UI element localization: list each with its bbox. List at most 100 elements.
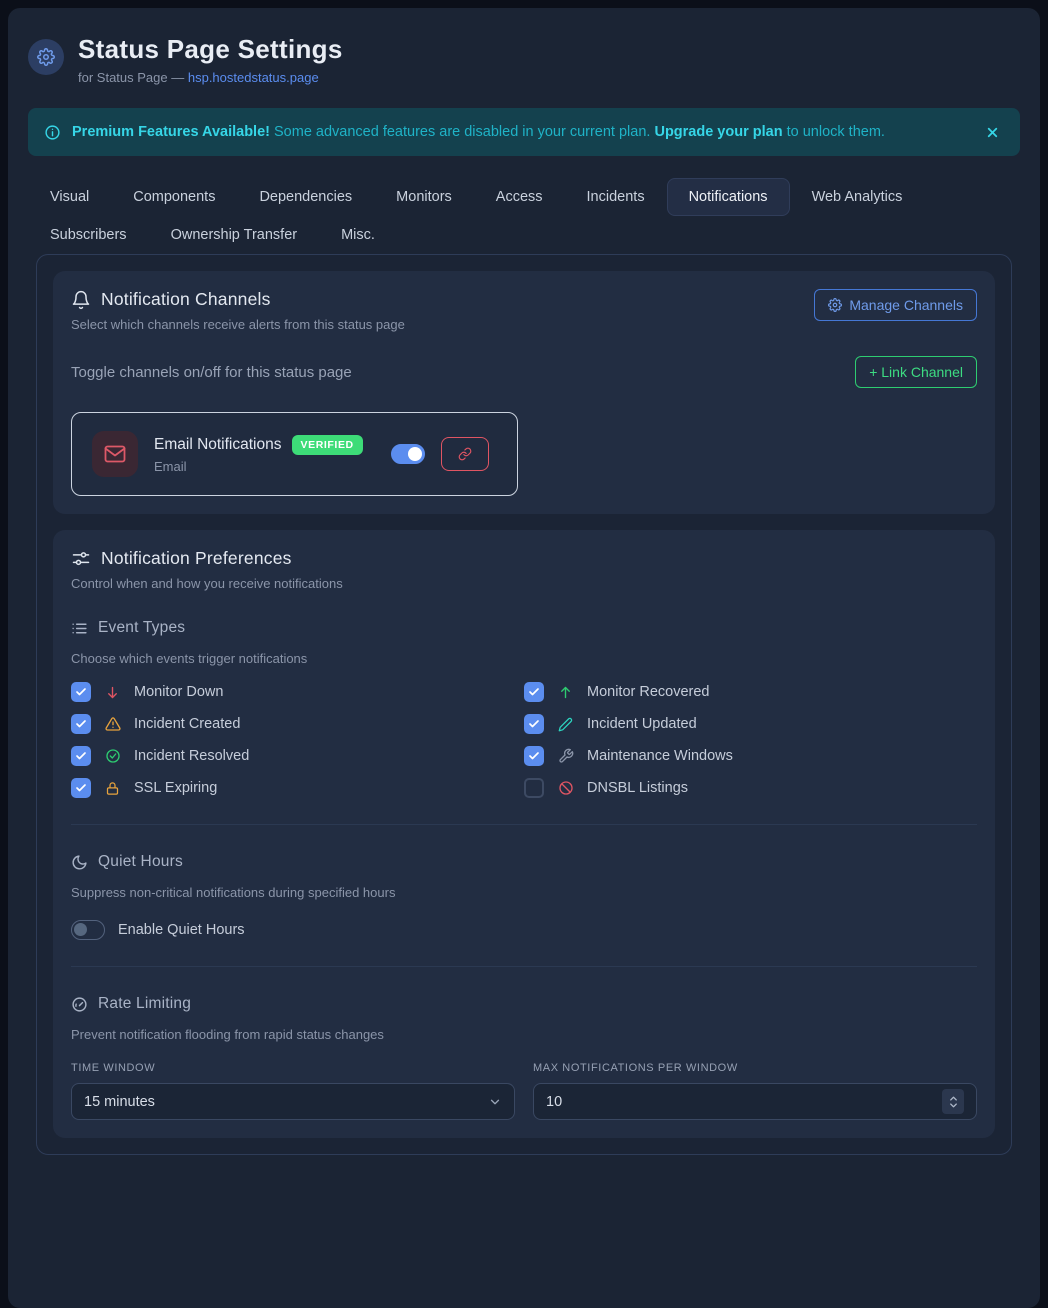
sliders-icon: [71, 549, 91, 569]
time-window-value: 15 minutes: [84, 1094, 488, 1110]
quiet-hours-title: Quiet Hours: [98, 853, 183, 871]
checkbox-dnsbl-listings[interactable]: [524, 778, 544, 798]
channels-title-row: Notification Channels: [71, 289, 405, 310]
divider: [71, 966, 977, 967]
notification-preferences-card: Notification Preferences Control when an…: [53, 530, 995, 1138]
checkbox-incident-created[interactable]: [71, 714, 91, 734]
close-icon[interactable]: [981, 121, 1004, 144]
page-header: Status Page Settings for Status Page — h…: [8, 8, 1040, 85]
notification-channels-card: Notification Channels Select which chann…: [53, 271, 995, 514]
tab-web-analytics[interactable]: Web Analytics: [790, 178, 925, 216]
page-title: Status Page Settings: [78, 34, 343, 65]
banner-body: Some advanced features are disabled in y…: [274, 124, 650, 140]
list-icon: [71, 620, 88, 637]
tab-access[interactable]: Access: [474, 178, 565, 216]
info-icon: [44, 124, 61, 141]
event-label: Incident Resolved: [134, 748, 249, 764]
channel-name: Email Notifications: [154, 436, 282, 454]
tab-ownership-transfer[interactable]: Ownership Transfer: [149, 216, 320, 254]
event-maintenance-windows: Maintenance Windows: [524, 746, 977, 766]
max-notifications-input[interactable]: 10: [533, 1083, 977, 1120]
channels-subtitle: Select which channels receive alerts fro…: [71, 317, 405, 332]
tab-components[interactable]: Components: [111, 178, 237, 216]
no-entry-icon: [557, 780, 574, 796]
rate-limiting-subtitle: Prevent notification flooding from rapid…: [71, 1027, 977, 1042]
email-channel-toggle[interactable]: [391, 444, 425, 464]
preferences-subtitle: Control when and how you receive notific…: [71, 576, 977, 591]
divider: [71, 824, 977, 825]
upgrade-plan-link[interactable]: Upgrade your plan: [654, 124, 782, 140]
event-label: Incident Updated: [587, 716, 697, 732]
number-stepper-icon[interactable]: [942, 1089, 964, 1114]
email-channel-card: Email Notifications VERIFIED Email: [71, 412, 518, 496]
event-monitor-down: Monitor Down: [71, 682, 524, 702]
max-notifications-field: MAX NOTIFICATIONS PER WINDOW 10: [533, 1062, 977, 1120]
event-incident-created: Incident Created: [71, 714, 524, 734]
quiet-hours-subtitle: Suppress non-critical notifications duri…: [71, 885, 977, 900]
quiet-hours-header: Quiet Hours: [71, 853, 977, 871]
tab-incidents[interactable]: Incidents: [565, 178, 667, 216]
link-channel-label: + Link Channel: [869, 364, 963, 380]
event-label: SSL Expiring: [134, 780, 217, 796]
check-circle-icon: [104, 748, 121, 764]
quiet-hours-toggle[interactable]: [71, 920, 105, 940]
checkbox-monitor-down[interactable]: [71, 682, 91, 702]
link-channel-button[interactable]: + Link Channel: [855, 356, 977, 388]
tab-dependencies[interactable]: Dependencies: [237, 178, 374, 216]
notifications-section: Notification Channels Select which chann…: [36, 254, 1012, 1155]
time-window-field: TIME WINDOW 15 minutes: [71, 1062, 515, 1120]
event-types-subtitle: Choose which events trigger notification…: [71, 651, 977, 666]
pencil-icon: [557, 717, 574, 732]
status-page-link[interactable]: hsp.hostedstatus.page: [188, 70, 319, 85]
checkbox-maintenance-windows[interactable]: [524, 746, 544, 766]
lock-icon: [104, 781, 121, 796]
tab-visual[interactable]: Visual: [28, 178, 111, 216]
banner-suffix: to unlock them.: [787, 124, 885, 140]
gear-icon: [828, 298, 842, 312]
envelope-icon: [92, 431, 138, 477]
rate-limiting-header: Rate Limiting: [71, 995, 977, 1013]
toggle-channels-hint: Toggle channels on/off for this status p…: [71, 364, 352, 381]
event-label: Monitor Down: [134, 684, 223, 700]
event-label: DNSBL Listings: [587, 780, 688, 796]
tab-monitors[interactable]: Monitors: [374, 178, 474, 216]
event-label: Incident Created: [134, 716, 240, 732]
event-types-header: Event Types: [71, 619, 977, 637]
checkbox-incident-resolved[interactable]: [71, 746, 91, 766]
tab-notifications[interactable]: Notifications: [667, 178, 790, 216]
time-window-select[interactable]: 15 minutes: [71, 1083, 515, 1120]
checkbox-incident-updated[interactable]: [524, 714, 544, 734]
tools-icon: [557, 748, 574, 764]
chevron-down-icon: [488, 1095, 502, 1109]
gauge-icon: [71, 996, 88, 1013]
tab-misc[interactable]: Misc.: [319, 216, 397, 254]
max-notifications-value: 10: [546, 1094, 942, 1110]
channels-title: Notification Channels: [101, 289, 271, 310]
max-notifications-label: MAX NOTIFICATIONS PER WINDOW: [533, 1062, 977, 1074]
preferences-title: Notification Preferences: [101, 548, 292, 569]
bell-icon: [71, 290, 91, 310]
arrow-up-icon: [557, 685, 574, 700]
chain-link-icon: [458, 447, 472, 461]
preferences-title-row: Notification Preferences: [71, 548, 977, 569]
page-subtitle: for Status Page — hsp.hostedstatus.page: [78, 70, 343, 85]
event-incident-resolved: Incident Resolved: [71, 746, 524, 766]
settings-tabs: Visual Components Dependencies Monitors …: [28, 178, 928, 254]
tab-subscribers[interactable]: Subscribers: [28, 216, 149, 254]
event-incident-updated: Incident Updated: [524, 714, 977, 734]
checkbox-ssl-expiring[interactable]: [71, 778, 91, 798]
manage-channels-button[interactable]: Manage Channels: [814, 289, 977, 321]
channel-type: Email: [154, 459, 363, 474]
rate-limiting-title: Rate Limiting: [98, 995, 191, 1013]
time-window-label: TIME WINDOW: [71, 1062, 515, 1074]
event-types-title: Event Types: [98, 619, 185, 637]
channel-link-button[interactable]: [441, 437, 489, 471]
event-types-grid: Monitor Down Incident Created Incident R…: [71, 682, 977, 798]
verified-badge: VERIFIED: [292, 435, 363, 455]
checkbox-monitor-recovered[interactable]: [524, 682, 544, 702]
event-ssl-expiring: SSL Expiring: [71, 778, 524, 798]
event-label: Maintenance Windows: [587, 748, 733, 764]
warning-triangle-icon: [104, 716, 121, 732]
event-dnsbl-listings: DNSBL Listings: [524, 778, 977, 798]
premium-banner: Premium Features Available! Some advance…: [28, 108, 1020, 156]
